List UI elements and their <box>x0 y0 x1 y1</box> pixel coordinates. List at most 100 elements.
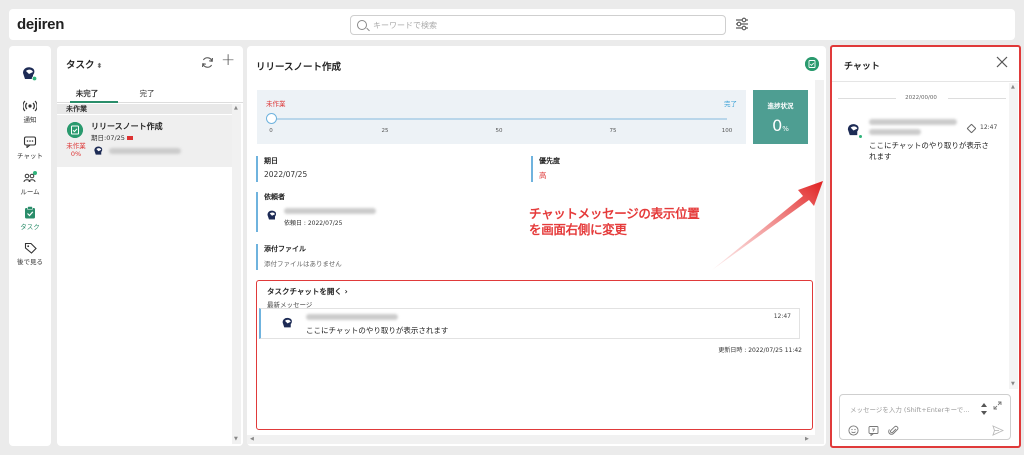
chat-panel: チャット 2022/00/00 12:47 ここにチャットのやり取りが表示されま… <box>830 45 1021 448</box>
nav-label-notifications: 通知 <box>23 116 37 124</box>
expand-icon[interactable] <box>993 401 1002 410</box>
refresh-icon[interactable] <box>201 56 214 69</box>
scroll-up-icon[interactable]: ▲ <box>234 105 238 111</box>
add-task-icon[interactable]: + <box>221 52 235 69</box>
chat-header-divider <box>832 81 1019 82</box>
task-card-status-percent: 0% <box>70 150 82 158</box>
task-card-title: リリースノート作成 <box>91 122 163 131</box>
tag-icon[interactable] <box>966 123 977 134</box>
close-icon[interactable] <box>996 56 1008 68</box>
search-placeholder: キーワードで検索 <box>373 21 437 30</box>
scroll-down-icon[interactable]: ▼ <box>1011 381 1015 387</box>
task-status-icon <box>67 122 83 138</box>
task-card-status-text: 未作業 <box>66 142 86 150</box>
requester-field[interactable]: 依頼者 依頼日 : 2022/07/25 <box>256 192 506 232</box>
chevron-right-icon: › <box>344 287 348 296</box>
sort-toggle-icon[interactable]: ⬍ <box>97 62 103 70</box>
tab-incomplete[interactable]: 未完了 <box>57 88 117 99</box>
message-input-placeholder: メッセージを入力 (Shift+Enterキーで... <box>850 406 970 414</box>
scroll-left-icon[interactable]: ◀ <box>250 436 254 442</box>
app-logo[interactable]: dejiren <box>17 16 64 33</box>
priority-field[interactable]: 優先度 高 <box>531 156 781 182</box>
nav-item-watch-later[interactable]: 後で見る <box>9 242 51 266</box>
scroll-up-icon[interactable]: ▲ <box>1011 84 1015 90</box>
message-time: 12:47 <box>773 313 791 320</box>
assignee-name-blurred <box>109 148 181 154</box>
emoji-icon[interactable] <box>848 425 859 436</box>
task-list-scrollbar[interactable]: ▲ ▼ <box>232 104 241 444</box>
progress-status-box: 進捗状況 0% <box>753 90 808 144</box>
progress-tick: 50 <box>495 128 503 134</box>
task-card-status: 未作業 0% <box>66 142 86 158</box>
room-icon <box>23 171 37 183</box>
due-date-value: 2022/07/25 <box>264 170 308 179</box>
user-avatar[interactable] <box>21 65 37 81</box>
chat-icon <box>23 136 37 148</box>
attachments-field[interactable]: 添付ファイル 添付ファイルはありません <box>256 244 506 270</box>
assignee-avatar <box>94 146 103 155</box>
stamp-icon[interactable] <box>868 425 879 436</box>
tab-complete[interactable]: 完了 <box>117 88 177 99</box>
nav-label-task: タスク <box>20 223 40 231</box>
input-stepper-icon[interactable] <box>980 402 988 416</box>
chat-scrollbar[interactable]: ▲ ▼ <box>1009 83 1018 389</box>
top-bar: dejiren キーワードで検索 <box>9 9 1015 40</box>
task-card-due-text: 期日:07/25 <box>91 134 125 142</box>
priority-flag-icon <box>126 136 133 140</box>
nav-item-task[interactable]: タスク <box>9 206 51 231</box>
scroll-down-icon[interactable]: ▼ <box>234 436 238 442</box>
attachment-icon[interactable] <box>888 425 899 436</box>
progress-track[interactable] <box>266 113 727 124</box>
online-status-dot <box>858 134 863 139</box>
progress-slider-handle[interactable] <box>266 113 277 124</box>
search-icon <box>357 20 367 30</box>
nav-item-room[interactable]: ルーム <box>9 171 51 196</box>
send-icon[interactable] <box>992 425 1004 436</box>
detail-scrollbar[interactable] <box>815 80 824 444</box>
open-task-chat-link[interactable]: タスクチャットを開く › <box>267 286 348 297</box>
detail-horizontal-scrollbar[interactable]: ◀ ▶ <box>247 435 815 444</box>
progress-end-label: 完了 <box>724 100 737 108</box>
message-sender-avatar <box>282 317 292 328</box>
progress-status-number: 0 <box>772 116 783 135</box>
chat-message-time: 12:47 <box>980 124 998 131</box>
scroll-right-icon[interactable]: ▶ <box>805 436 809 442</box>
priority-value: 高 <box>539 171 547 180</box>
progress-tick: 75 <box>609 128 617 134</box>
active-tab-indicator <box>70 101 118 103</box>
due-date-field[interactable]: 期日 2022/07/25 <box>256 156 506 182</box>
task-icon <box>25 206 35 219</box>
attachments-empty-text: 添付ファイルはありません <box>264 260 342 268</box>
annotation-line-1: チャットメッセージの表示位置 <box>529 206 700 221</box>
due-date-label: 期日 <box>264 157 278 165</box>
task-detail-title: リリースノート作成 <box>256 62 342 73</box>
nav-item-notifications[interactable]: 通知 <box>9 100 51 124</box>
chat-sender-name-blurred <box>869 119 957 125</box>
task-detail-panel: リリースノート作成 未作業 完了 0 25 50 75 100 進捗状況 0% … <box>247 46 826 446</box>
search-box[interactable]: キーワードで検索 <box>350 15 726 35</box>
nav-label-watch-later: 後で見る <box>17 258 43 266</box>
progress-start-label: 未作業 <box>266 100 286 108</box>
task-card[interactable]: リリースノート作成 期日:07/25 未作業 0% <box>57 115 232 167</box>
chat-message-body: ここにチャットのやり取りが表示されます <box>869 141 989 161</box>
chat-panel-title: チャット <box>844 62 880 72</box>
message-input[interactable]: メッセージを入力 (Shift+Enterキーで... <box>839 394 1011 440</box>
complete-task-icon[interactable] <box>805 57 819 71</box>
annotation-text: チャットメッセージの表示位置 を画面右側に変更 <box>529 206 700 238</box>
progress-tick: 100 <box>721 128 733 134</box>
progress-tick: 25 <box>381 128 389 134</box>
nav-item-chat[interactable]: チャット <box>9 136 51 160</box>
progress-status-unit: % <box>782 125 789 133</box>
nav-label-room: ルーム <box>20 188 40 196</box>
nav-label-chat: チャット <box>17 152 43 160</box>
latest-message-card[interactable]: 12:47 ここにチャットのやり取りが表示されます <box>259 308 800 339</box>
progress-slider-box: 未作業 完了 0 25 50 75 100 <box>257 90 746 144</box>
task-list-title[interactable]: タスク ⬍ <box>66 57 102 71</box>
chat-sender-org-blurred <box>869 129 921 135</box>
filter-settings-icon[interactable] <box>735 17 749 31</box>
priority-label: 優先度 <box>539 157 560 165</box>
message-sender-blurred <box>306 314 398 320</box>
progress-tick: 0 <box>269 128 273 134</box>
attachments-label: 添付ファイル <box>264 245 306 253</box>
broadcast-icon <box>23 100 37 112</box>
